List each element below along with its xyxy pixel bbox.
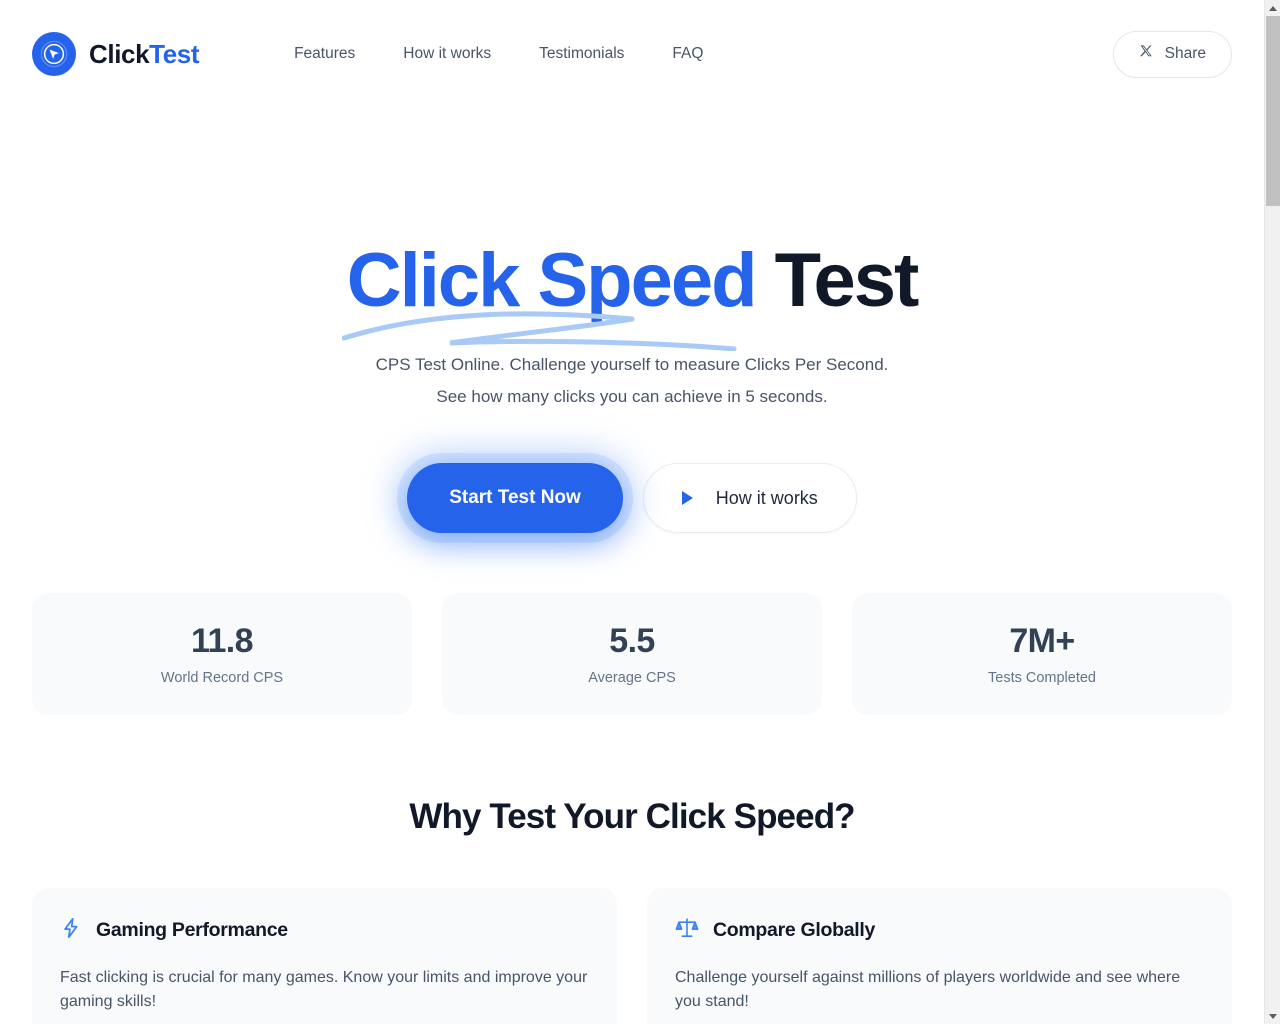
nav-item-faq[interactable]: FAQ xyxy=(672,37,703,71)
why-section-title: Why Test Your Click Speed? xyxy=(409,797,855,836)
brand-name-part2: Test xyxy=(149,38,200,69)
feature-card-header: Gaming Performance xyxy=(60,916,589,945)
chevron-down-icon xyxy=(1268,1013,1277,1019)
lightning-bolt-icon xyxy=(60,916,82,945)
cursor-target-icon xyxy=(32,32,76,76)
stat-label: Tests Completed xyxy=(988,670,1096,686)
share-button[interactable]: Share xyxy=(1112,30,1232,78)
page-viewport: ClickTest Features How it works Testimon… xyxy=(0,0,1264,1024)
stat-value: 11.8 xyxy=(191,622,254,660)
feature-card-title: Compare Globally xyxy=(713,919,876,941)
feature-cards-row: Gaming Performance Fast clicking is cruc… xyxy=(0,888,1264,1024)
share-button-label: Share xyxy=(1164,45,1206,62)
feature-card-gaming-performance: Gaming Performance Fast clicking is cruc… xyxy=(32,888,617,1024)
stat-card-tests-completed: 7M+ Tests Completed xyxy=(852,593,1232,715)
start-test-button[interactable]: Start Test Now xyxy=(407,463,623,533)
nav-item-features[interactable]: Features xyxy=(294,37,355,71)
stat-value: 7M+ xyxy=(1009,622,1075,660)
scrollbar-up-arrow[interactable] xyxy=(1265,0,1280,16)
page-title: Click Speed Test xyxy=(341,243,919,351)
stat-card-world-record: 11.8 World Record CPS xyxy=(32,593,412,715)
brand-name-part1: Click xyxy=(89,38,150,69)
how-it-works-button-label: How it works xyxy=(715,487,818,508)
stat-value: 5.5 xyxy=(609,622,655,660)
feature-card-description: Challenge yourself against millions of p… xyxy=(675,969,1181,1010)
site-header: ClickTest Features How it works Testimon… xyxy=(0,0,1264,108)
hero-subtitle: CPS Test Online. Challenge yourself to m… xyxy=(0,349,1264,413)
how-it-works-button[interactable]: How it works xyxy=(642,463,857,533)
vertical-scrollbar[interactable] xyxy=(1264,0,1280,1024)
brand-logo-link[interactable]: ClickTest xyxy=(32,32,199,76)
page-title-highlight: Click Speed xyxy=(346,238,758,323)
stat-card-average-cps: 5.5 Average CPS xyxy=(442,593,822,715)
hero-subtitle-line2: See how many clicks you can achieve in 5… xyxy=(436,387,828,406)
feature-card-compare-globally: Compare Globally Challenge yourself agai… xyxy=(647,888,1232,1024)
stat-label: World Record CPS xyxy=(160,670,284,686)
feature-card-description: Fast clicking is crucial for many games.… xyxy=(60,969,588,1010)
stats-row: 11.8 World Record CPS 5.5 Average CPS 7M… xyxy=(0,593,1264,715)
hero-actions: Start Test Now How it works xyxy=(0,463,1264,533)
main-navigation: Features How it works Testimonials FAQ xyxy=(294,37,703,71)
stat-label: Average CPS xyxy=(588,670,676,686)
scrollbar-thumb[interactable] xyxy=(1266,16,1280,206)
page-title-rest: Test xyxy=(774,238,920,323)
x-twitter-icon xyxy=(1139,44,1154,64)
scrollbar-down-arrow[interactable] xyxy=(1265,1008,1280,1024)
feature-card-title: Gaming Performance xyxy=(96,919,288,941)
brand-name: ClickTest xyxy=(89,39,199,70)
balance-scale-icon xyxy=(675,916,699,945)
hero-subtitle-line1: CPS Test Online. Challenge yourself to m… xyxy=(375,355,889,374)
hero-section: Click Speed Test CPS Test Online. Challe… xyxy=(0,108,1264,533)
nav-item-testimonials[interactable]: Testimonials xyxy=(539,37,624,71)
chevron-up-icon xyxy=(1268,5,1277,11)
play-triangle-icon xyxy=(681,491,693,505)
feature-card-header: Compare Globally xyxy=(675,916,1204,945)
nav-item-how-it-works[interactable]: How it works xyxy=(403,37,491,71)
